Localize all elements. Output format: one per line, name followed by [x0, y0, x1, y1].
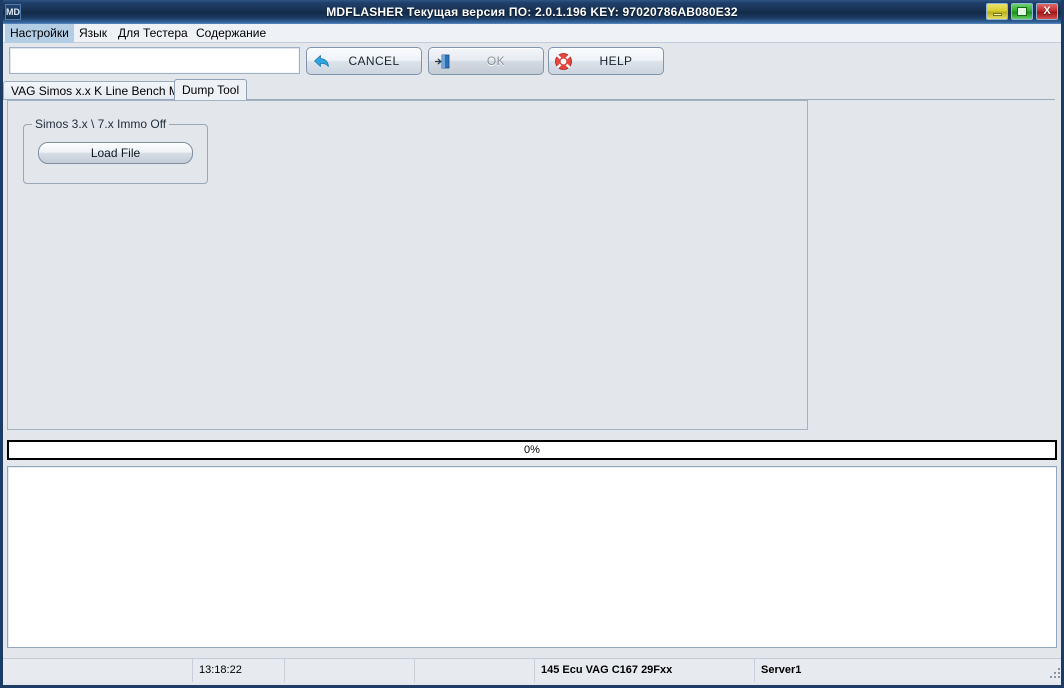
close-button[interactable]: X [1036, 3, 1058, 20]
status-cell-ecu: 145 Ecu VAG C167 29Fxx [535, 659, 755, 682]
menu-bar: Настройки Язык Для Тестера Содержание [3, 24, 1061, 43]
immo-off-group-box: Simos 3.x \ 7.x Immo Off Load File [23, 117, 208, 184]
progress-bar: 0% [7, 440, 1057, 460]
status-cell-server: Server1 [761, 664, 802, 676]
ok-button-label: OK [486, 54, 506, 68]
log-output-area[interactable] [7, 466, 1057, 648]
status-bar: 13:18:22 145 Ecu VAG C167 29Fxx Server1 [3, 658, 1061, 682]
dump-tool-panel: Simos 3.x \ 7.x Immo Off Load File [7, 100, 808, 430]
help-button[interactable]: HELP [548, 47, 664, 75]
menu-item-language[interactable]: Язык [74, 24, 112, 43]
enter-door-icon [434, 52, 453, 71]
immo-off-group-title: Simos 3.x \ 7.x Immo Off [32, 117, 170, 131]
cancel-button[interactable]: CANCEL [306, 47, 422, 75]
status-cell-time: 13:18:22 [193, 659, 285, 682]
minimize-icon [992, 13, 1002, 16]
status-cell-3 [285, 659, 415, 682]
load-file-button[interactable]: Load File [38, 142, 193, 164]
status-cell-4 [415, 659, 535, 682]
window-title: MDFLASHER Текущая версия ПО: 2.0.1.196 K… [326, 5, 738, 19]
application-window: MD MDFLASHER Текущая версия ПО: 2.0.1.19… [0, 0, 1064, 688]
maximize-button[interactable] [1011, 3, 1033, 20]
toolbar: CANCEL OK HELP [3, 45, 1061, 79]
ok-button[interactable]: OK [428, 47, 544, 75]
maximize-icon [1017, 7, 1027, 16]
menu-item-contents[interactable]: Содержание [191, 24, 271, 43]
status-cell-1 [3, 659, 193, 682]
path-input[interactable] [9, 47, 300, 74]
minimize-button[interactable] [986, 3, 1008, 20]
menu-item-for-tester[interactable]: Для Тестера [113, 24, 193, 43]
lifebuoy-help-icon [554, 52, 573, 71]
back-arrow-icon [312, 52, 331, 71]
title-bar: MD MDFLASHER Текущая версия ПО: 2.0.1.19… [3, 0, 1061, 24]
help-button-label: HELP [599, 54, 633, 68]
tab-content-panel: Simos 3.x \ 7.x Immo Off Load File [3, 99, 1055, 432]
menu-item-settings[interactable]: Настройки [5, 24, 74, 43]
cancel-button-label: CANCEL [348, 54, 400, 68]
close-icon: X [1043, 5, 1051, 17]
resize-grip-icon[interactable] [1050, 668, 1061, 680]
tab-dump-tool[interactable]: Dump Tool [174, 79, 248, 100]
tab-strip: VAG Simos x.x K Line Bench Mode Dump Too… [3, 79, 1061, 100]
progress-bar-label: 0% [524, 444, 540, 456]
